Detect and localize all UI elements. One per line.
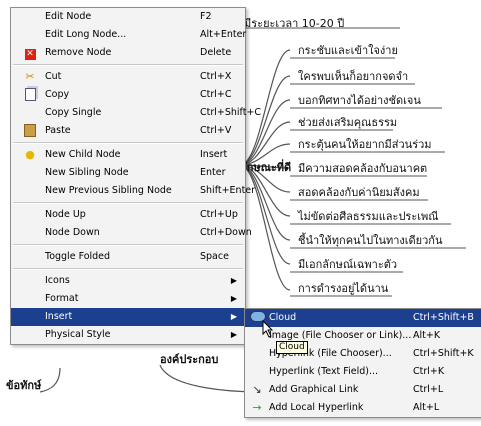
- menu-item-shortcut: Ctrl+Shift+B: [413, 312, 474, 323]
- menu-item-shortcut: Ctrl+Shift+C: [200, 107, 262, 118]
- menu-separator: [13, 142, 243, 144]
- menu-item-label: Copy: [45, 89, 70, 100]
- menu-item-copy-single[interactable]: Copy Single Ctrl+Shift+C: [11, 104, 261, 122]
- submenu-arrow-icon: ▶: [230, 312, 237, 321]
- menu-item-add-local-hyperlink[interactable]: → Add Local Hyperlink Alt+L: [245, 399, 481, 417]
- menu-item-edit-long-node[interactable]: Edit Long Node... Alt+Enter: [11, 26, 247, 44]
- menu-item-label: Physical Style: [45, 329, 111, 340]
- menu-item-label: Copy Single: [45, 107, 102, 118]
- lightbulb-icon: ●: [25, 148, 35, 161]
- mind-node-leaf[interactable]: มีเอกลักษณ์เฉพาะตัว: [298, 255, 397, 273]
- local-link-arrow-icon: →: [252, 401, 262, 414]
- insert-submenu: Cloud Ctrl+Shift+B Image (File Chooser or …: [244, 308, 481, 418]
- menu-separator: [13, 244, 243, 246]
- menu-item-shortcut: Alt+L: [413, 402, 440, 413]
- submenu-arrow-icon: ▶: [230, 330, 237, 339]
- mouse-cursor-icon: [262, 320, 274, 338]
- menu-item-label: Icons: [45, 275, 70, 286]
- remove-icon: ✕: [24, 49, 36, 60]
- menu-item-shortcut: Ctrl+V: [200, 125, 232, 136]
- menu-item-shortcut: Ctrl+Up: [200, 209, 238, 220]
- submenu-arrow-icon: ▶: [230, 294, 237, 303]
- menu-item-label: Cut: [45, 71, 62, 82]
- mind-node-leaf[interactable]: ใครพบเห็นก็อยากจดจำ: [298, 67, 408, 85]
- context-menu: Edit Node F2 Edit Long Node... Alt+Enter ✕ Re…: [10, 7, 261, 345]
- mind-node-leaf[interactable]: กระตุ้นคนให้อยากมีส่วนร่วม: [298, 135, 432, 153]
- mind-node-left-bottom[interactable]: ข้อทักษ์: [6, 376, 41, 394]
- menu-item-icons[interactable]: Icons ▶: [11, 272, 245, 290]
- menu-item-label: Add Local Hyperlink: [269, 402, 364, 413]
- menu-item-label: New Previous Sibling Node: [45, 185, 172, 196]
- menu-item-shortcut: Delete: [200, 47, 232, 58]
- menu-item-label: Add Graphical Link: [269, 384, 359, 395]
- menu-item-shortcut: F2: [200, 11, 212, 22]
- menu-item-hyperlink-text-field[interactable]: Hyperlink (Text Field)... Ctrl+K: [245, 363, 481, 381]
- mind-node-leaf[interactable]: ไม่ขัดต่อศีลธรรมและประเพณี: [298, 207, 438, 225]
- menu-item-node-down[interactable]: Node Down Ctrl+Down: [11, 224, 252, 242]
- menu-item-label: Toggle Folded: [45, 251, 111, 262]
- menu-item-label: Paste: [45, 125, 71, 136]
- menu-item-add-graphical-link[interactable]: ↘ Add Graphical Link Ctrl+L: [245, 381, 481, 399]
- menu-item-shortcut: Space: [200, 251, 229, 262]
- mind-node-leaf[interactable]: ช่วยส่งเสริมคุณธรรม: [298, 113, 397, 131]
- menu-item-paste[interactable]: Paste Ctrl+V: [11, 122, 245, 140]
- menu-item-shortcut: Ctrl+L: [413, 384, 444, 395]
- menu-item-shortcut: Ctrl+Shift+K: [413, 348, 474, 359]
- menu-item-label: New Child Node: [45, 149, 121, 160]
- submenu-arrow-icon: ▶: [230, 276, 237, 285]
- menu-item-label: New Sibling Node: [45, 167, 129, 178]
- menu-item-shortcut: Enter: [200, 167, 226, 178]
- menu-item-label: Edit Node: [45, 11, 92, 22]
- menu-item-new-previous-sibling-node[interactable]: New Previous Sibling Node Shift+Enter: [11, 182, 255, 200]
- paste-icon: [23, 124, 37, 138]
- menu-item-copy[interactable]: Copy Ctrl+C: [11, 86, 245, 104]
- menu-item-label: Edit Long Node...: [45, 29, 127, 40]
- mind-node-leaf[interactable]: ชี้นำให้ทุกคนไปในทางเดียวกัน: [298, 231, 442, 249]
- menu-item-shortcut: Ctrl+K: [413, 366, 445, 377]
- mind-node-leaf[interactable]: บอกทิศทางได้อย่างชัดเจน: [298, 91, 421, 109]
- graphical-link-icon: ↘: [252, 383, 262, 396]
- mind-node-branch[interactable]: ลักษณะที่ดี: [240, 158, 291, 176]
- menu-separator: [13, 64, 243, 66]
- menu-item-toggle-folded[interactable]: Toggle Folded Space: [11, 248, 245, 266]
- copy-icon: [23, 88, 37, 102]
- menu-item-shortcut: Ctrl+Down: [200, 227, 252, 238]
- menu-item-physical-style[interactable]: Physical Style ▶: [11, 326, 245, 344]
- mind-node-leaf[interactable]: มีความสอดคล้องกับอนาคต: [298, 159, 427, 177]
- menu-item-shortcut: Ctrl+X: [200, 71, 232, 82]
- mind-node-leaf[interactable]: การดำรงอยู่ได้นาน: [298, 279, 388, 297]
- menu-item-cloud[interactable]: Cloud Ctrl+Shift+B: [245, 309, 481, 327]
- menu-item-new-sibling-node[interactable]: New Sibling Node Enter: [11, 164, 245, 182]
- menu-item-label: Node Down: [45, 227, 100, 238]
- menu-item-new-child-node[interactable]: ● New Child Node Insert: [11, 146, 245, 164]
- menu-item-shortcut: Insert: [200, 149, 228, 160]
- menu-item-label: Node Up: [45, 209, 86, 220]
- menu-item-format[interactable]: Format ▶: [11, 290, 245, 308]
- menu-item-shortcut: Alt+Enter: [200, 29, 247, 40]
- mind-node-leaf[interactable]: สอดคล้องกับค่านิยมสังคม: [298, 183, 420, 201]
- menu-item-remove-node[interactable]: ✕ Remove Node Delete: [11, 44, 245, 62]
- menu-item-label: Hyperlink (Text Field)...: [269, 366, 378, 377]
- cut-icon: ✂: [25, 70, 35, 83]
- menu-item-label: Format: [45, 293, 79, 304]
- menu-item-shortcut: Alt+K: [413, 330, 441, 341]
- menu-item-shortcut: Shift+Enter: [200, 185, 256, 196]
- menu-separator: [13, 268, 243, 270]
- menu-separator: [13, 202, 243, 204]
- mind-node-leaf[interactable]: กระชับและเข้าใจง่าย: [298, 41, 398, 59]
- menu-item-shortcut: Ctrl+C: [200, 89, 232, 100]
- mind-node-duration[interactable]: มีระยะเวลา 10-20 ปี: [244, 14, 344, 32]
- menu-item-edit-node[interactable]: Edit Node F2: [11, 8, 245, 26]
- tooltip: Cloud: [276, 341, 308, 354]
- mind-node-components[interactable]: องค์ประกอบ: [160, 350, 218, 368]
- menu-item-node-up[interactable]: Node Up Ctrl+Up: [11, 206, 245, 224]
- menu-item-insert[interactable]: Insert ▶: [11, 308, 245, 326]
- menu-item-label: Remove Node: [45, 47, 112, 58]
- menu-item-label: Insert: [45, 311, 73, 322]
- menu-item-cut[interactable]: ✂ Cut Ctrl+X: [11, 68, 245, 86]
